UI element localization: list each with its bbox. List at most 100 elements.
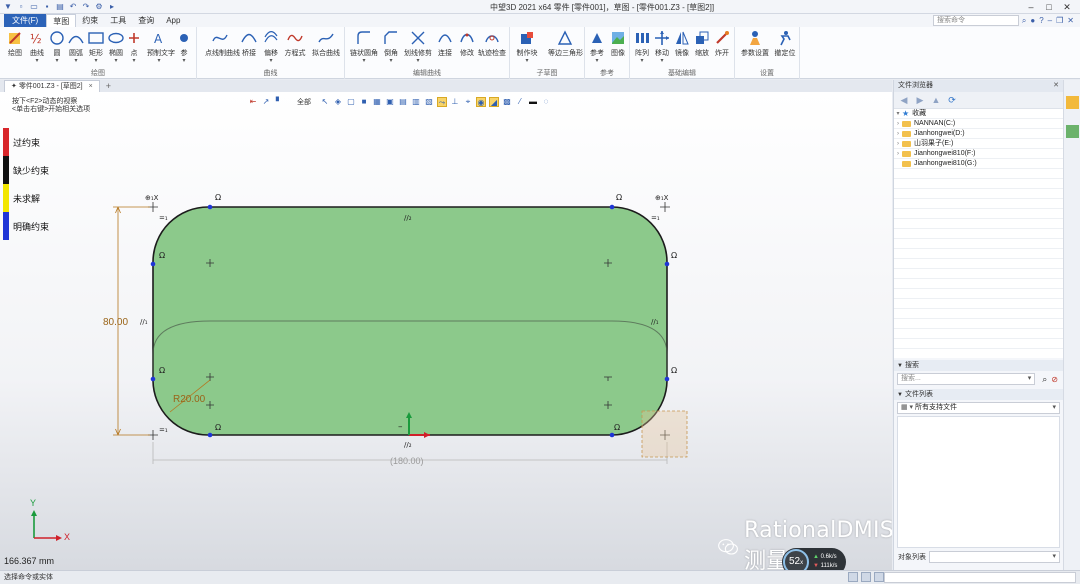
status-color-icon[interactable]: ◉ [476,96,486,107]
clear-search-icon[interactable]: ⊘ [1051,375,1058,384]
sketch-canvas[interactable]: Ω Ω Ω Ω Ω Ω Ω Ω //₂ //₂ //₁ //₁ =₁ =₁ =₁… [0,92,892,570]
screen-icon[interactable] [861,572,871,582]
point-curve-button[interactable]: 点线制曲线 [205,30,240,58]
exit-sketch-icon[interactable]: ⇤ [248,97,258,107]
layer-icon[interactable]: ▩ [502,97,512,107]
offset-button[interactable]: 偏移 ▾ [259,30,283,64]
file-list[interactable] [897,416,1060,548]
document-tab[interactable]: ✦ 零件001.Z3 - [草图2] × [4,80,100,92]
tree-item-drive[interactable]: › 山羽果子(E:) [894,139,1063,149]
tab-close-icon[interactable]: × [89,83,93,90]
select-arrow-icon[interactable]: ↖ [320,97,330,107]
new-file-icon[interactable]: ▫ [16,2,26,12]
search-section-title[interactable]: ▼ 搜索 [894,360,1063,371]
view-cube-icon[interactable]: ◈ [333,97,343,107]
settings-icon[interactable]: ⚙ [94,2,104,12]
chain-fillet-button[interactable]: 链状圆角 ▾ [349,30,379,64]
print-icon[interactable]: ▤ [55,2,65,12]
fit-curve-button[interactable]: 拟合曲线 [311,30,341,58]
line-style-icon[interactable]: ▬ [528,97,538,107]
view-mode-icon[interactable] [848,572,858,582]
tab-app[interactable]: App [160,14,186,27]
restore-icon[interactable]: ❐ [1056,16,1063,25]
tree-item-drive[interactable]: › NANNAN(C:) [894,119,1063,129]
tab-constraint[interactable]: 约束 [76,14,104,27]
height-dimension-value[interactable]: 80.00 [103,317,128,328]
minimize-ribbon-icon[interactable]: – [1048,16,1052,25]
sketch-viewport[interactable]: Ω Ω Ω Ω Ω Ω Ω Ω //₂ //₂ //₁ //₁ =₁ =₁ =₁… [0,92,892,570]
new-tab-icon[interactable]: + [106,81,111,91]
filter-select[interactable]: 全部 [297,97,311,107]
display-icon[interactable]: ▦ [372,97,382,107]
assembly-dock-icon[interactable] [1066,125,1079,138]
section-icon[interactable]: ▥ [411,97,421,107]
open-file-icon[interactable]: ▭ [29,2,39,12]
search-combo[interactable]: 搜索... ▾ [897,373,1036,385]
run-icon[interactable]: ▸ [107,2,117,12]
filter-icon[interactable] [874,572,884,582]
explode-button[interactable]: 炸开 [710,30,734,58]
chamfer-button[interactable]: 倒角 ▾ [379,30,403,64]
redefine-position-button[interactable]: 撤定位 [773,30,797,58]
save-icon[interactable]: ▪ [42,2,52,12]
command-input[interactable] [884,572,1076,583]
snap-icon[interactable]: ⌖ [463,97,473,107]
panel-close-icon[interactable]: ✕ [1053,80,1059,92]
tree-item-drive[interactable]: Jianhongwei810(G:) [894,159,1063,169]
file-menu[interactable]: 文件(F) [4,14,47,27]
dimension-display-icon[interactable]: ⊥ [450,97,460,107]
command-search-input[interactable]: 搜索命令 [933,15,1019,26]
path-check-button[interactable]: 轨迹检查 [477,30,507,58]
equation-button[interactable]: 方程式 [283,30,307,58]
draw-button[interactable]: 绘图 [3,30,27,58]
minimize-icon[interactable]: – [1022,0,1040,14]
pick-icon[interactable]: ↗ [261,97,271,107]
tree-item-favorites[interactable]: ▾ ★ 收藏 [894,109,1063,119]
forward-icon[interactable]: ▶ [914,94,926,106]
make-block-button[interactable]: 制作块 ▾ [515,30,539,64]
back-icon[interactable]: ◀ [898,94,910,106]
web-icon[interactable]: ● [1030,16,1035,25]
zoom-fit-icon[interactable]: ▣ [385,97,395,107]
folder-dock-icon[interactable] [1066,96,1079,109]
up-icon[interactable]: ▲ [930,94,942,106]
modify-button[interactable]: 修改 [455,30,479,58]
width-dimension-value[interactable]: (180.00) [390,456,424,466]
tree-item-drive[interactable]: › Jianhongwei(D:) [894,129,1063,139]
search-icon[interactable]: ⌕ [1042,374,1047,385]
render-mode-icon[interactable]: ■ [359,97,369,107]
close-doc-icon[interactable]: ✕ [1067,16,1074,25]
radius-dimension-value[interactable]: R20.00 [173,394,206,405]
stamp-icon[interactable]: ▘ [274,97,284,107]
object-list-select[interactable]: ▾ [929,551,1060,563]
tree-item-drive[interactable]: › Jianhongwei810(F:) [894,149,1063,159]
undo-icon[interactable]: ↶ [68,2,78,12]
constraint-display-icon[interactable]: ⤳ [437,96,447,107]
file-list-section-title[interactable]: ▼ 文件列表 [894,389,1063,400]
equilateral-triangle-button[interactable]: 等边三角形 [548,30,583,58]
refresh-icon[interactable]: ⟳ [946,94,958,106]
profile-check-icon[interactable]: ◢ [489,96,499,107]
help-icon[interactable]: ? [1039,16,1043,25]
zoom-window-icon[interactable]: ▤ [398,97,408,107]
tab-query[interactable]: 查询 [132,14,160,27]
selection-box[interactable] [641,410,688,458]
redo-icon[interactable]: ↷ [81,2,91,12]
box-view-icon[interactable]: ▢ [346,97,356,107]
point-button[interactable]: 点 ▾ [122,30,146,64]
grid-icon[interactable]: ⁄ [515,97,525,107]
close-icon[interactable]: ✕ [1058,0,1076,14]
reference-button[interactable]: 参 ▾ [172,30,196,64]
maximize-icon[interactable]: □ [1040,0,1058,14]
hide-icon[interactable]: ▧ [424,97,434,107]
bridge-button[interactable]: 桥接 [237,30,261,58]
preset-text-button[interactable]: A 预制文字 ▾ [147,30,175,64]
tab-tools[interactable]: 工具 [104,14,132,27]
search-icon[interactable]: ⌕ [1022,16,1026,26]
file-filter-select[interactable]: ▦ ▾ 所有支持文件 ▾ [897,402,1060,414]
point-style-icon[interactable]: ◌ [541,97,551,107]
connect-button[interactable]: 连接 [433,30,457,58]
tab-sketch[interactable]: 草图 [46,14,77,27]
trim-button[interactable]: 划线修剪 ▾ [403,30,433,64]
parameter-settings-button[interactable]: 参数设置 [740,30,770,58]
